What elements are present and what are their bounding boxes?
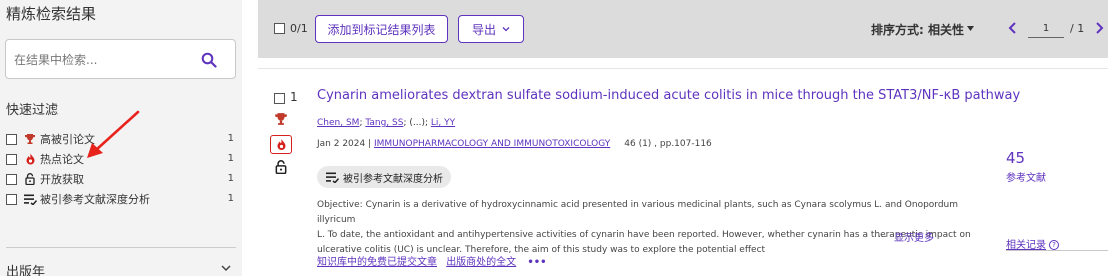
help-icon[interactable]: ? [1049,240,1059,250]
export-button[interactable]: 导出 [458,15,524,43]
author-link[interactable]: Chen, SM [317,118,359,128]
chevron-left-icon[interactable] [1008,21,1018,35]
filter-label: 热点论文 [40,153,84,166]
chevron-right-icon[interactable] [1094,21,1104,35]
pub-year-heading[interactable]: 出版年 [6,261,45,276]
related-records-link[interactable]: 相关记录? [1006,236,1059,251]
trophy-icon [275,113,287,125]
journal-link[interactable]: IMMUNOPHARMACOLOGY AND IMMUNOTOXICOLOGY [374,139,610,149]
abstract-line: Objective: Cynarin is a derivative of hy… [317,200,959,225]
open-access-lock-icon [23,172,37,186]
abstract-ellipsis: ... [878,230,887,240]
quick-filter-list: 高被引论文 1 热点论文 1 开放获取 1 被引参考文献深度分析 1 [6,129,236,209]
result-title-link[interactable]: Cynarin ameliorates dextran sulfate sodi… [317,88,1020,103]
sidebar-divider [6,247,236,248]
citation-analysis-icon [23,192,37,206]
author-ellipsis[interactable]: (...) [409,118,425,128]
caret-down-icon[interactable] [967,26,974,32]
result-number: 1 [290,90,298,104]
filter-count: 1 [227,153,234,164]
add-to-marked-list-button[interactable]: 添加到标记结果列表 [315,15,448,43]
show-more-link[interactable]: 显示更多 [894,229,934,244]
filter-hot-paper[interactable]: 热点论文 1 [6,149,236,169]
selected-count: 0/1 [290,22,308,35]
citation-count-label: 参考文献 [1006,173,1046,184]
filter-count: 1 [227,173,234,184]
hot-paper-badge [270,135,292,154]
volume-pages: 46 (1) , pp.107-116 [624,139,712,149]
citation-analysis-label: 被引参考文献深度分析 [343,173,443,185]
author-list: Chen, SM; Tang, SS; (...); Li, YY [317,118,456,128]
quick-filter-heading: 快速过滤 [6,103,59,118]
search-icon[interactable] [201,52,217,68]
filter-label: 被引参考文献深度分析 [40,193,150,206]
sidebar-title: 精炼检索结果 [6,5,97,23]
citation-analysis-button[interactable]: 被引参考文献深度分析 [317,166,451,188]
chevron-down-icon[interactable] [220,262,232,274]
more-options-icon[interactable]: ••• [527,257,546,268]
publication-meta: Jan 2 2024 | IMMUNOPHARMACOLOGY AND IMMU… [317,139,712,149]
page-total: / 1 [1070,22,1085,35]
publisher-fulltext-link[interactable]: 出版商处的全文 [446,257,516,268]
page-number-input[interactable] [1028,20,1064,38]
result-card: 1 Cynarin ameliorates dextran sulfate so… [258,68,1108,276]
publication-date: Jan 2 2024 [317,139,366,149]
refine-search-input[interactable] [14,50,194,70]
filter-citation-analysis[interactable]: 被引参考文献深度分析 1 [6,189,236,209]
free-repository-link[interactable]: 知识库中的免费已提交文章 [317,257,437,268]
results-toolbar: 0/1 添加到标记结果列表 导出 排序方式: 相关性 / 1 [258,0,1108,58]
abstract-text: Objective: Cynarin is a derivative of hy… [317,198,987,258]
filter-open-access[interactable]: 开放获取 1 [6,169,236,189]
hot-paper-icon [23,152,37,166]
hot-paper-icon [277,139,285,150]
filter-count: 1 [227,193,234,204]
refine-sidebar: 精炼检索结果 快速过滤 高被引论文 1 热点论文 1 [0,0,242,276]
chevron-down-icon [502,27,510,32]
checkbox[interactable] [6,153,17,165]
citation-count[interactable]: 45 [1006,149,1025,167]
fulltext-links: 知识库中的免费已提交文章 出版商处的全文 ••• [317,253,547,268]
filter-count: 1 [227,133,234,144]
citation-analysis-icon [326,172,339,183]
trophy-icon [23,132,37,146]
result-checkbox[interactable] [274,93,285,104]
author-link[interactable]: Li, YY [431,118,455,128]
filter-label: 开放获取 [40,173,84,186]
export-label: 导出 [471,22,496,37]
checkbox[interactable] [6,193,17,205]
refine-search-box [5,39,236,79]
checkbox[interactable] [6,133,17,145]
author-link[interactable]: Tang, SS [365,118,403,128]
filter-highly-cited[interactable]: 高被引论文 1 [6,129,236,149]
select-all-checkbox[interactable] [274,23,285,34]
checkbox[interactable] [6,173,17,185]
sort-dropdown[interactable]: 排序方式: 相关性 [871,21,964,38]
filter-label: 高被引论文 [40,133,95,146]
divider [1006,250,1108,251]
open-access-lock-icon [275,160,287,174]
